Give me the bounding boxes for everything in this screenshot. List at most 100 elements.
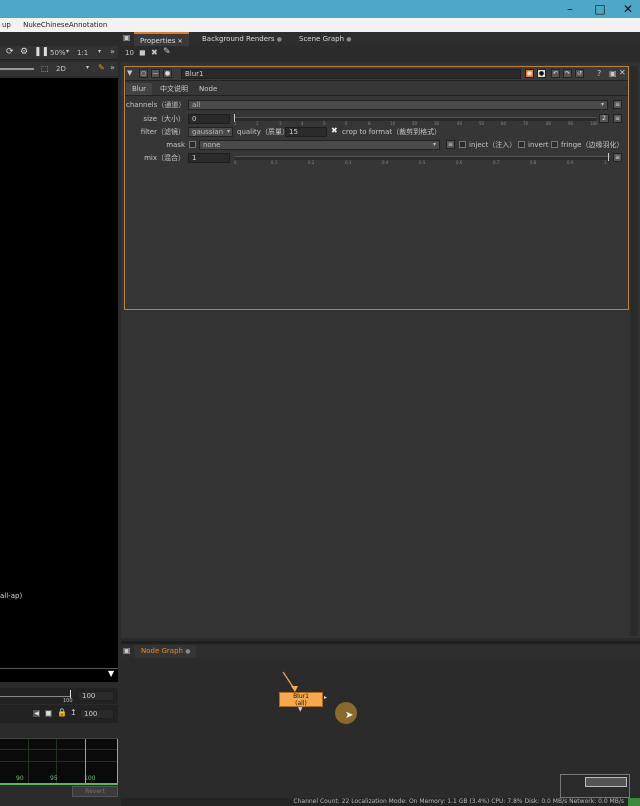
pane-divider[interactable]	[121, 641, 640, 644]
view-mode[interactable]: 2D	[56, 65, 66, 73]
quality-field[interactable]: 15	[285, 127, 327, 137]
filter-dropdown[interactable]: gaussian ▾	[188, 127, 233, 137]
brush-icon[interactable]: ✎	[98, 63, 105, 72]
settings-icon[interactable]: ⚙	[20, 47, 28, 57]
menu-item-setup[interactable]: up	[2, 21, 11, 29]
ratio-value[interactable]: 1:1	[77, 49, 88, 57]
size-tick: 100	[590, 121, 598, 126]
mode-dropdown-icon[interactable]: ▾	[86, 64, 89, 71]
help-icon[interactable]: ?	[597, 69, 601, 78]
subtab-blur[interactable]: Blur	[126, 83, 153, 95]
graph-tick-95: 95	[50, 775, 58, 782]
fringe-checkbox[interactable]	[551, 141, 558, 148]
mix-animation-icon[interactable]: ≡	[613, 153, 622, 162]
zoom-dropdown-icon[interactable]: ▾	[66, 48, 69, 55]
timeline-bar[interactable]: 100 100	[0, 688, 118, 704]
minimap-view-rect[interactable]	[585, 777, 627, 787]
maximize-button[interactable]: □	[585, 0, 615, 18]
pencil-icon[interactable]: ✎	[163, 47, 171, 57]
tab-close-icon[interactable]: ●	[185, 648, 190, 655]
undo-icon[interactable]: ↶	[551, 69, 560, 78]
tab-close-icon[interactable]: ●	[346, 36, 351, 43]
mix-tick: 0.4	[382, 160, 389, 165]
close-panel-icon[interactable]: ✕	[619, 68, 626, 77]
mix-tick: 0.9	[567, 160, 574, 165]
channels-menu-icon[interactable]: ≡	[613, 100, 622, 109]
node-color-icon[interactable]: ●	[525, 69, 534, 78]
size-count[interactable]: 2	[599, 114, 609, 123]
play-back-icon[interactable]: ◀	[32, 709, 41, 718]
revert-button[interactable]: Revert	[72, 786, 118, 797]
channels-dropdown[interactable]: all ▾	[188, 100, 608, 110]
max-panels-count[interactable]: 10	[125, 49, 134, 57]
invert-checkbox[interactable]	[518, 141, 525, 148]
crop-checkbox-icon[interactable]: ✖	[331, 126, 338, 135]
node-color-2-icon[interactable]: ●	[537, 69, 546, 78]
mask-dropdown[interactable]: none ▾	[199, 140, 440, 150]
output-arrow-icon[interactable]: ▼	[298, 706, 303, 713]
subtab-node[interactable]: Node	[193, 83, 223, 95]
inject-checkbox[interactable]	[459, 141, 466, 148]
gain-slider[interactable]	[0, 68, 34, 70]
stop-icon[interactable]: ■	[44, 709, 53, 718]
status-bar: Channel Count: 22 Localization Mode: On …	[121, 798, 640, 806]
ratio-dropdown-icon[interactable]: ▾	[98, 48, 101, 55]
curve-graph[interactable]: 90 95 100	[0, 738, 118, 785]
hide-input-icon[interactable]: ○	[139, 69, 148, 78]
mix-tick: 0.3	[345, 160, 352, 165]
expand-icon-2[interactable]: »	[110, 63, 115, 72]
node-graph-minimap[interactable]	[560, 774, 630, 798]
status-indicator	[628, 798, 640, 806]
menu-item-annotation[interactable]: NukeChineseAnnotation	[23, 21, 107, 29]
revert-icon[interactable]: ↺	[575, 69, 584, 78]
size-tick: 60	[501, 121, 507, 126]
tab-background-renders[interactable]: Background Renders ●	[196, 32, 288, 46]
expand-icon[interactable]: »	[110, 47, 115, 56]
zoom-level[interactable]: 50%	[50, 49, 66, 57]
viewer-canvas[interactable]: all-ap)	[0, 78, 118, 668]
subtab-chinese-notes[interactable]: 中文说明	[154, 83, 194, 95]
tab-close-icon[interactable]: ●	[277, 36, 282, 43]
pane-menu-icon[interactable]: ▣	[123, 646, 131, 655]
viewer-toolbar-2: ⬚ 2D ▾ ✎ »	[0, 62, 118, 76]
size-field[interactable]: 0	[188, 114, 230, 124]
timeline-track[interactable]	[0, 696, 70, 697]
blur-node[interactable]: Blur1 (all)	[279, 692, 323, 707]
viewer-icon[interactable]: ●	[163, 69, 172, 78]
tab-node-graph[interactable]: Node Graph ●	[135, 645, 197, 658]
close-button[interactable]: ✕	[613, 0, 640, 18]
mouse-pointer-icon: ➤	[345, 710, 354, 721]
tab-scene-graph[interactable]: Scene Graph ●	[293, 32, 358, 46]
properties-scrollbar[interactable]	[630, 66, 638, 636]
mix-tick: 0.7	[493, 160, 500, 165]
minimize-button[interactable]: –	[555, 0, 585, 18]
menu-bar: up NukeChineseAnnotation	[0, 18, 640, 32]
node-name-field[interactable]: Blur1	[181, 69, 521, 79]
size-animation-icon[interactable]: ≡	[613, 114, 622, 123]
mask-menu-icon[interactable]: ≡	[446, 140, 455, 149]
refresh-icon[interactable]: ⟳	[6, 47, 14, 57]
tab-close-icon[interactable]: ✕	[178, 38, 183, 45]
size-tick: 80	[546, 121, 552, 126]
roi-icon[interactable]: ⬚	[41, 64, 49, 73]
collapse-icon[interactable]: ▼	[127, 69, 132, 77]
mask-input-arrow-icon[interactable]: ▸	[324, 694, 327, 701]
clear-panels-icon[interactable]: ✖	[151, 48, 158, 57]
pane-menu-icon[interactable]: ▣	[123, 33, 131, 42]
float-icon[interactable]: ▣	[609, 69, 617, 78]
mask-checkbox[interactable]	[189, 141, 196, 148]
lock-icon[interactable]: 🔒	[57, 708, 67, 717]
lock-panels-icon[interactable]: ◼	[139, 48, 146, 57]
frame-end-field[interactable]: 100	[78, 691, 114, 701]
pause-icon[interactable]: ❚❚	[34, 47, 49, 57]
upload-icon[interactable]: ↥	[70, 708, 77, 717]
info-dropdown-icon[interactable]: ▼	[108, 669, 114, 678]
timeline-playhead[interactable]	[70, 690, 71, 698]
frame-field[interactable]: 100	[80, 709, 114, 719]
redo-icon[interactable]: ↷	[563, 69, 572, 78]
size-tick: 20	[412, 121, 418, 126]
chevron-down-icon: ▾	[432, 141, 436, 148]
minimize-panel-icon[interactable]: —	[151, 69, 160, 78]
mix-field[interactable]: 1	[188, 153, 230, 163]
tab-properties[interactable]: Properties ✕	[134, 32, 189, 46]
